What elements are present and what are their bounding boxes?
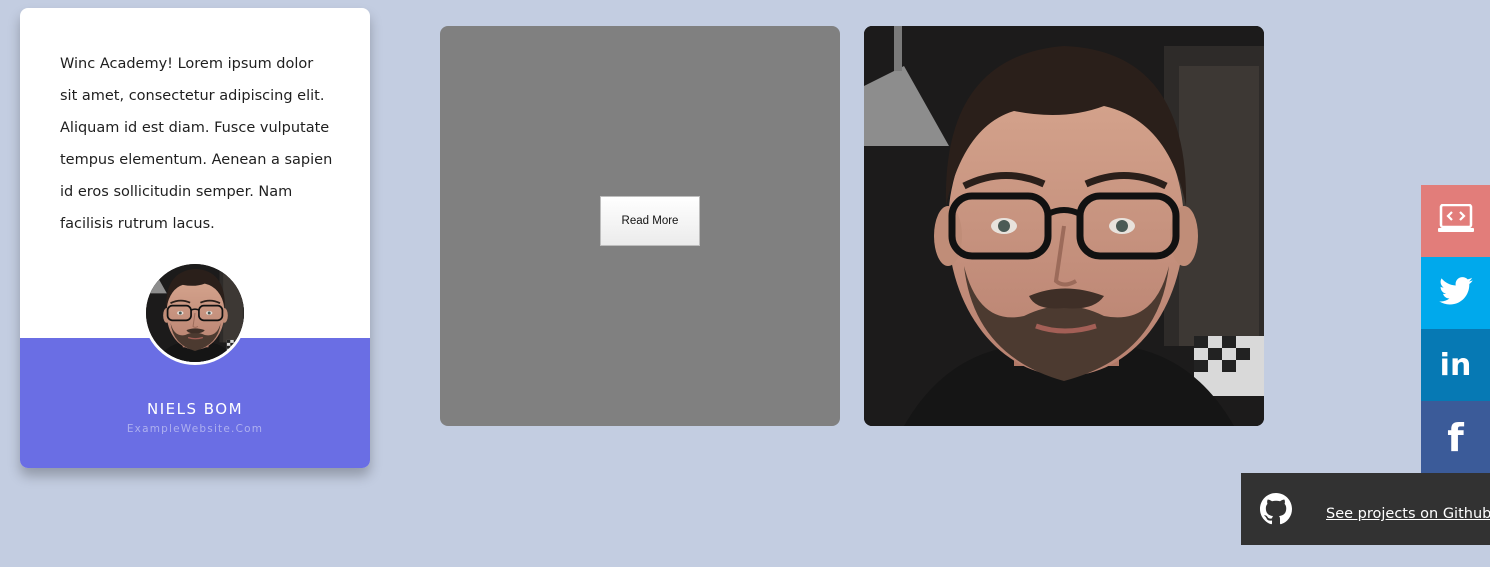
- github-projects-link[interactable]: See projects on Github: [1326, 506, 1490, 522]
- content-tile: Read More: [440, 26, 840, 426]
- github-icon[interactable]: [1260, 493, 1292, 525]
- facebook-icon: f: [1447, 415, 1464, 460]
- read-more-button[interactable]: Read More: [600, 196, 700, 246]
- facebook-button[interactable]: f: [1421, 401, 1490, 474]
- twitter-button[interactable]: [1421, 257, 1490, 329]
- profile-card: Winc Academy! Lorem ipsum dolor sit amet…: [20, 8, 370, 468]
- profile-bio: Winc Academy! Lorem ipsum dolor sit amet…: [60, 56, 333, 232]
- profile-website: ExampleWebsite.Com: [126, 423, 264, 435]
- portfolio-button[interactable]: [1421, 185, 1490, 257]
- laptop-code-icon: [1437, 203, 1474, 239]
- profile-photo: [864, 26, 1264, 426]
- profile-name: NIELS BOM: [146, 400, 244, 418]
- linkedin-button[interactable]: in: [1421, 329, 1490, 401]
- github-bar: See projects on Github: [1241, 473, 1490, 545]
- avatar: [143, 261, 247, 365]
- social-sidebar: in f: [1421, 185, 1490, 474]
- twitter-icon: [1438, 276, 1473, 310]
- linkedin-icon: in: [1439, 347, 1472, 383]
